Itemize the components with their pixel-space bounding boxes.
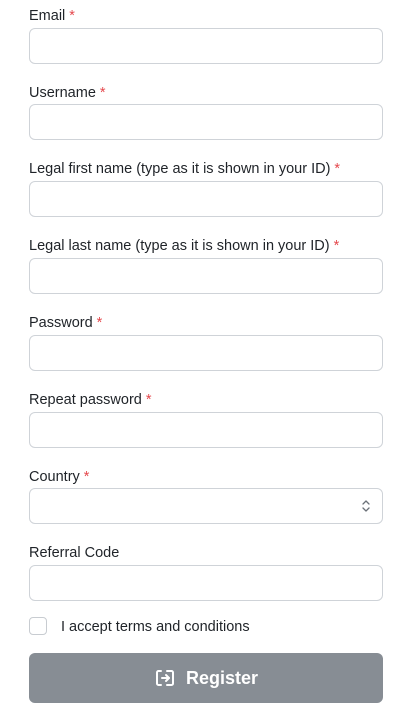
country-label: Country * (29, 469, 90, 485)
password-label: Password * (29, 315, 103, 331)
first-name-label: Legal first name (type as it is shown in… (29, 161, 341, 177)
required-asterisk: * (96, 315, 103, 331)
email-label: Email * (29, 8, 75, 24)
register-button-label: Register (185, 667, 259, 688)
last-name-input[interactable] (29, 258, 383, 294)
username-input[interactable] (29, 104, 383, 140)
repeat-password-input[interactable] (29, 412, 383, 448)
first-name-input[interactable] (29, 181, 383, 217)
required-asterisk: * (83, 469, 90, 485)
terms-label[interactable]: I accept terms and conditions (61, 618, 250, 636)
username-label: Username * (29, 85, 106, 101)
terms-checkbox[interactable] (29, 617, 47, 635)
referral-code-label: Referral Code (29, 545, 120, 561)
chevron-up-down-icon (362, 500, 370, 512)
email-input[interactable] (29, 28, 383, 64)
last-name-label: Legal last name (type as it is shown in … (29, 238, 340, 254)
required-asterisk: * (69, 8, 75, 24)
repeat-password-label: Repeat password * (29, 392, 152, 408)
register-button[interactable]: Register (29, 653, 383, 703)
required-asterisk: * (333, 238, 340, 254)
required-asterisk: * (145, 392, 152, 408)
referral-code-input[interactable] (29, 565, 383, 601)
login-icon (155, 670, 174, 686)
country-select[interactable] (29, 488, 383, 524)
required-asterisk: * (334, 161, 341, 177)
registration-form: Email * Username * Legal first name (type … (0, 0, 412, 713)
password-input[interactable] (29, 335, 383, 371)
required-asterisk: * (99, 85, 106, 101)
